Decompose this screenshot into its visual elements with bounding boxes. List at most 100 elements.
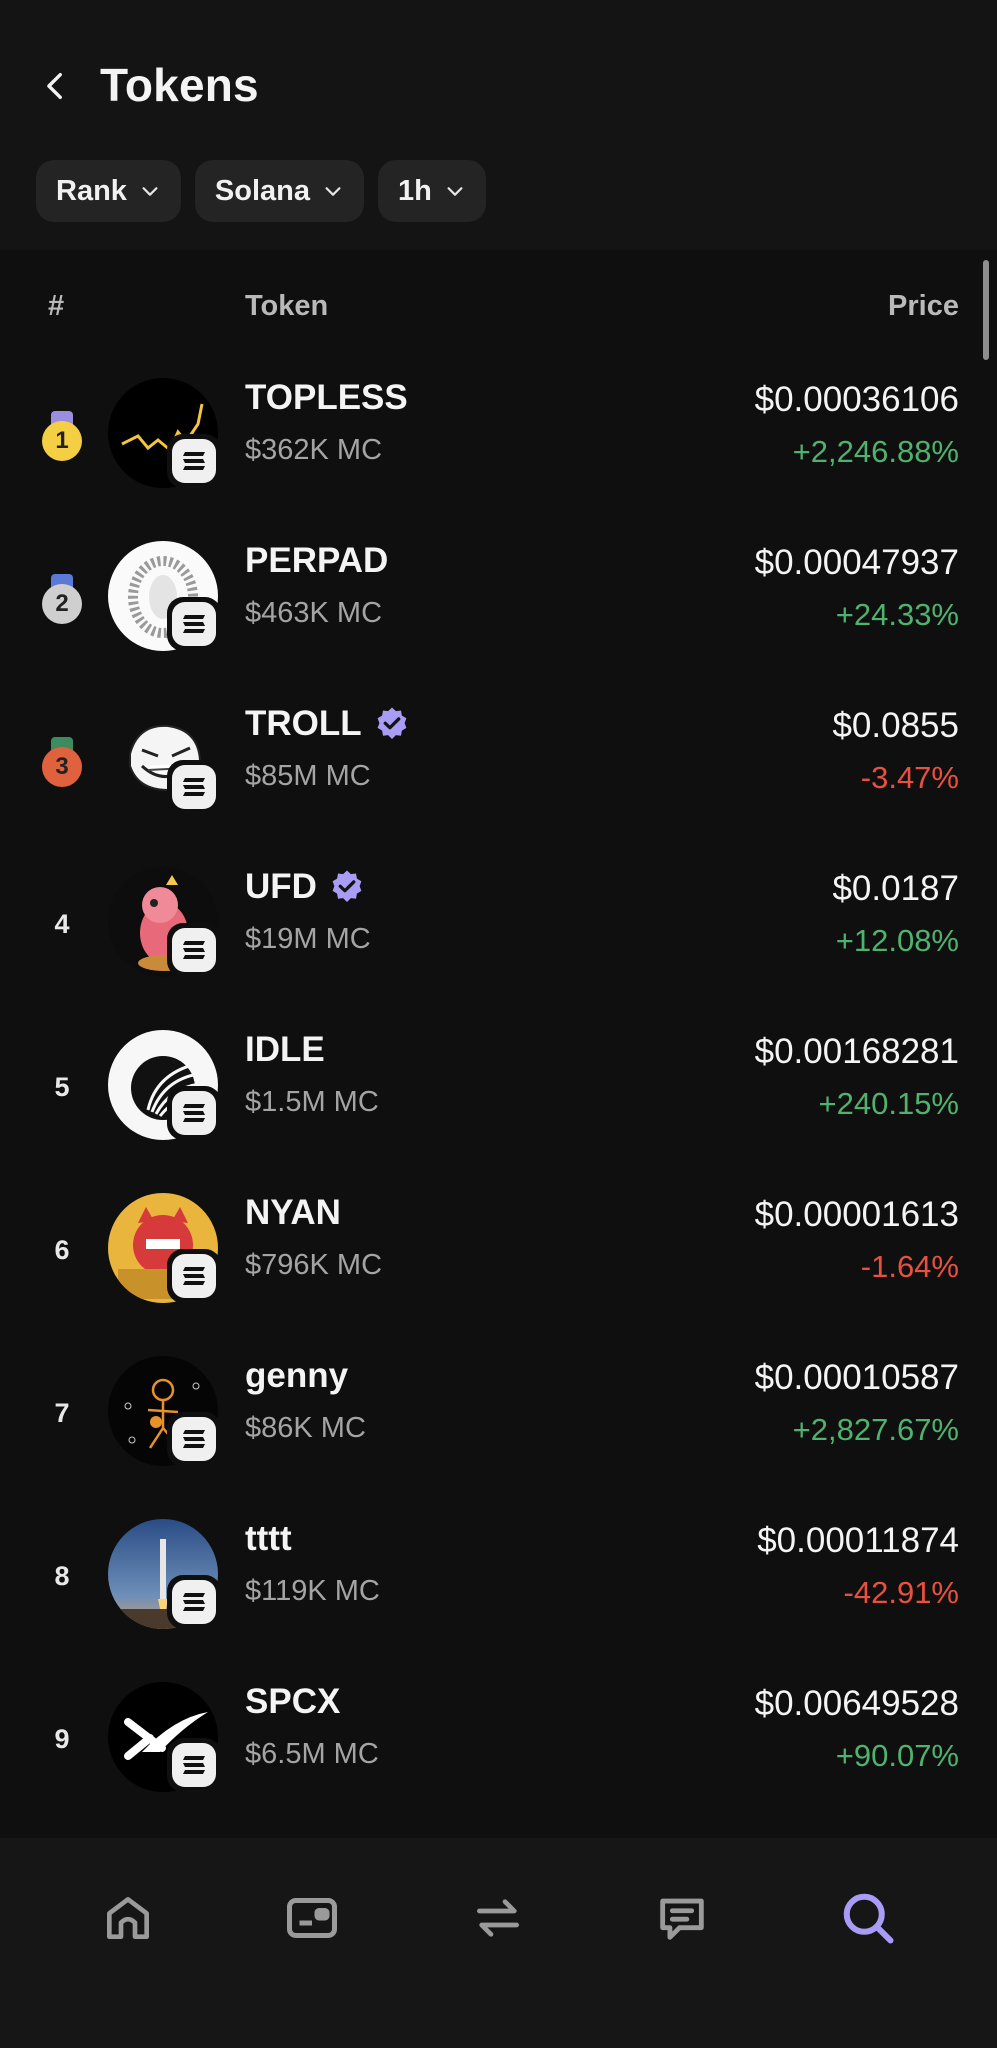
rank-cell: 7 (40, 1332, 84, 1495)
token-market-cap: $85M MC (245, 760, 371, 792)
token-row-perpad[interactable]: 2 PERPAD $463K MC $0.00047937 +24.33% (0, 517, 997, 680)
token-name: NYAN (245, 1193, 341, 1232)
token-market-cap: $463K MC (245, 597, 383, 629)
rank-cell: 4 (40, 843, 84, 1006)
token-market-cap: $796K MC (245, 1249, 383, 1281)
token-price: $0.0855 (832, 706, 959, 745)
rank-cell: 5 (40, 1006, 84, 1169)
token-price: $0.00001613 (754, 1195, 959, 1234)
chain-filter-dropdown[interactable]: Solana (194, 160, 365, 222)
rank-cell: 2 (40, 517, 84, 680)
token-market-cap: $119K MC (245, 1575, 380, 1607)
page-title: Tokens (100, 59, 259, 111)
token-name: UFD (245, 867, 365, 907)
search-icon (843, 1893, 894, 1944)
rank-number: 9 (54, 1724, 70, 1754)
silver-medal-icon: 2 (42, 573, 82, 624)
rank-cell: 3 (40, 680, 84, 843)
bronze-medal-icon: 3 (42, 736, 82, 787)
token-row-idle[interactable]: 5 IDLE $1.5M MC $0.00168281 +240.15% (0, 1006, 997, 1169)
verified-badge-icon (332, 870, 362, 902)
token-price: $0.00011874 (757, 1521, 959, 1560)
solana-badge-icon (167, 1249, 221, 1303)
verified-badge-icon (377, 707, 407, 739)
token-market-cap: $362K MC (245, 434, 383, 466)
gold-medal-icon: 1 (42, 410, 82, 461)
token-price-change: +240.15% (818, 1086, 959, 1121)
nav-swap-button[interactable] (458, 1878, 538, 1958)
token-price-change: -1.64% (860, 1249, 959, 1284)
filter-bar: Rank Solana 1h (36, 160, 486, 222)
chevron-down-icon (447, 187, 463, 196)
back-button[interactable] (30, 60, 82, 112)
solana-badge-icon (167, 760, 221, 814)
rank-number: 7 (54, 1398, 70, 1428)
token-price-change: +12.08% (835, 923, 959, 958)
token-market-cap: $19M MC (245, 923, 371, 955)
chain-filter-label: Solana (214, 174, 311, 207)
token-name: SPCX (245, 1682, 341, 1721)
token-name: TOPLESS (245, 378, 408, 417)
rank-number: 8 (54, 1561, 70, 1591)
home-icon (107, 1897, 150, 1939)
chevron-left-icon (47, 72, 62, 100)
token-row-spcx[interactable]: 9 SPCX $6.5M MC $0.00649528 +90.07% (0, 1658, 997, 1821)
token-list[interactable]: # Token Price 1 TOPLESS $362K MC $0.0003… (0, 250, 997, 1838)
token-price-change: +2,827.67% (792, 1412, 959, 1447)
solana-badge-icon (167, 434, 221, 488)
solana-badge-icon (167, 1086, 221, 1140)
token-price: $0.0187 (832, 869, 959, 908)
rank-cell: 9 (40, 1658, 84, 1821)
token-market-cap: $1.5M MC (245, 1086, 379, 1118)
rank-filter-dropdown[interactable]: Rank (36, 160, 181, 222)
chevron-down-icon (142, 187, 158, 196)
chat-icon (660, 1898, 704, 1940)
bottom-nav (0, 1838, 997, 2048)
token-price: $0.00649528 (754, 1684, 959, 1723)
rank-number: 1 (55, 426, 69, 454)
solana-badge-icon (167, 1575, 221, 1629)
solana-badge-icon (167, 1738, 221, 1792)
token-price: $0.00010587 (754, 1358, 959, 1397)
token-price: $0.00168281 (754, 1032, 959, 1071)
token-row-nyan[interactable]: 6 NYAN $796K MC $0.00001613 -1.64% (0, 1169, 997, 1332)
nav-search-button[interactable] (828, 1878, 908, 1958)
nav-chat-button[interactable] (642, 1878, 722, 1958)
token-row-genny[interactable]: 7 genny $86K MC $0.00010587 +2,827.67% (0, 1332, 997, 1495)
wallet-icon (287, 1898, 337, 1938)
rank-cell: 8 (40, 1495, 84, 1658)
solana-badge-icon (167, 597, 221, 651)
rank-number: 2 (55, 589, 69, 617)
token-market-cap: $6.5M MC (245, 1738, 379, 1770)
header: Tokens Rank Solana 1h (0, 0, 997, 250)
nav-home-button[interactable] (88, 1878, 168, 1958)
rank-number: 4 (54, 909, 70, 939)
timeframe-filter-dropdown[interactable]: 1h (378, 160, 486, 222)
token-row-ufd[interactable]: 4 UFD $19M MC $0.0187 +12.08% (0, 843, 997, 1006)
token-price-change: -3.47% (860, 760, 959, 795)
rank-number: 5 (54, 1072, 70, 1102)
token-row-troll[interactable]: 3 TROLL $85M MC $0.0855 -3.47% (0, 680, 997, 843)
token-market-cap: $86K MC (245, 1412, 366, 1444)
token-row-topless[interactable]: 1 TOPLESS $362K MC $0.00036106 +2,246.88… (0, 354, 997, 517)
token-price-change: +2,246.88% (792, 434, 959, 469)
nav-wallet-button[interactable] (272, 1878, 352, 1958)
solana-badge-icon (167, 1412, 221, 1466)
token-price: $0.00047937 (754, 543, 959, 582)
column-header-price[interactable]: Price (888, 290, 959, 323)
rank-filter-label: Rank (56, 174, 127, 207)
token-name: tttt (245, 1519, 292, 1558)
rank-cell: 1 (40, 354, 84, 517)
tokens-screen: Tokens Rank Solana 1h # Token Price 1 TO… (0, 0, 997, 2048)
token-price-change: -42.91% (843, 1575, 959, 1610)
token-name: IDLE (245, 1030, 325, 1069)
chevron-down-icon (325, 187, 341, 196)
token-name: PERPAD (245, 541, 389, 580)
scrollbar[interactable] (983, 260, 989, 360)
token-row-tttt[interactable]: 8 tttt $119K MC $0.00011874 -42.91% (0, 1495, 997, 1658)
rank-number: 6 (54, 1235, 70, 1265)
token-price-change: +90.07% (835, 1738, 959, 1773)
swap-icon (477, 1899, 519, 1937)
token-name: TROLL (245, 704, 410, 744)
solana-badge-icon (167, 923, 221, 977)
